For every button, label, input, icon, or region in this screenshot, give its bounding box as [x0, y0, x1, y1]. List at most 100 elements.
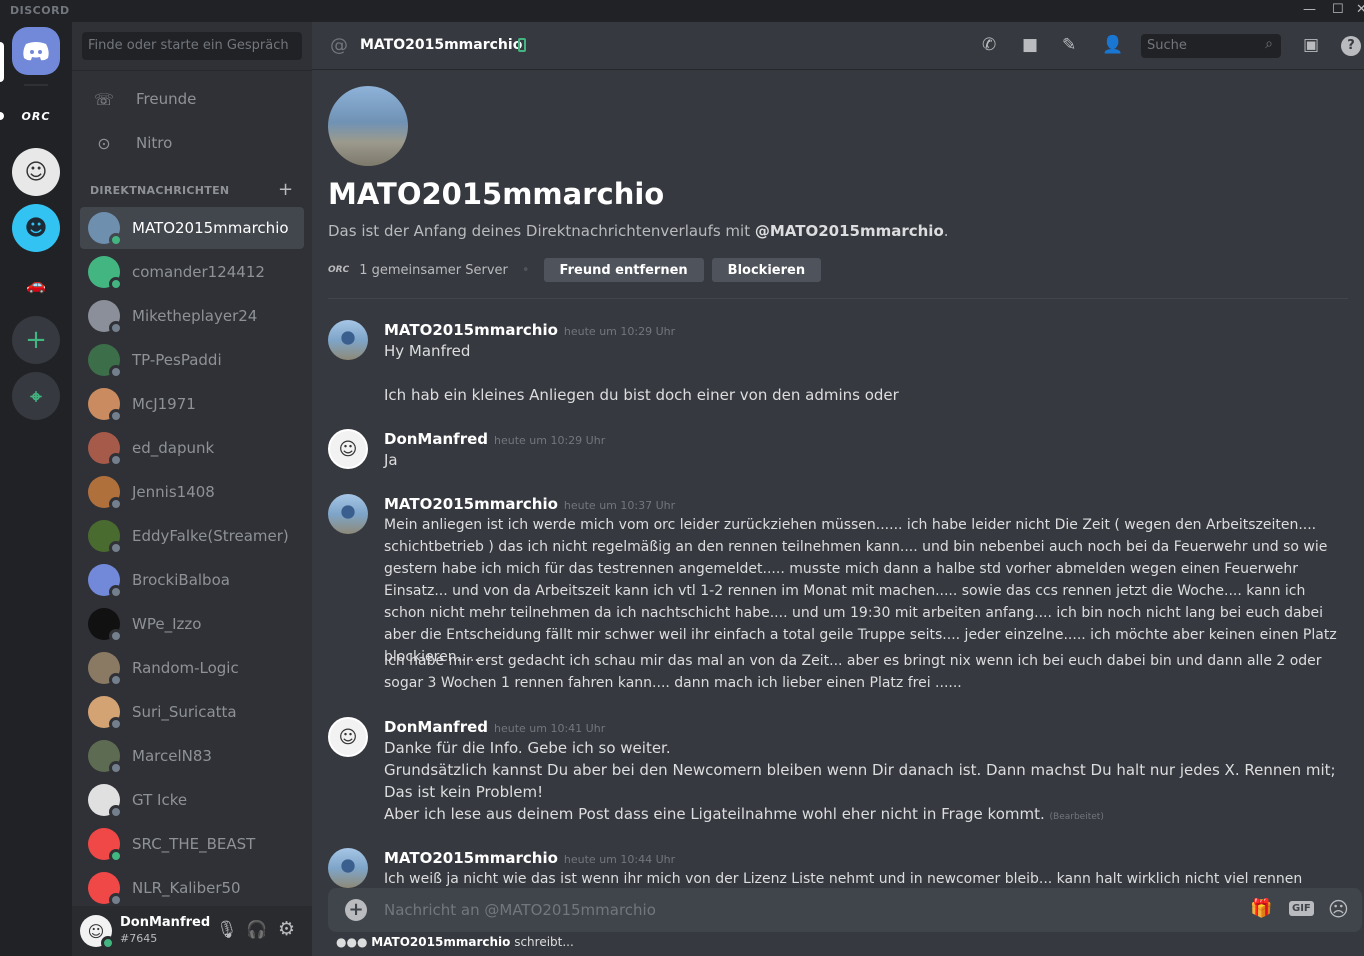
meme-face-icon: ☺ — [338, 438, 358, 460]
status-indicator — [109, 673, 123, 687]
discord-brand: DISCORD — [10, 4, 70, 17]
dm-item[interactable]: EddyFalke(Streamer) — [80, 515, 304, 557]
emoji-icon: ☹ — [1328, 897, 1349, 921]
user-avatar[interactable]: ☺ — [80, 915, 115, 950]
emoji-button[interactable]: ☹ — [1328, 897, 1349, 921]
minimize-button[interactable]: — — [1303, 2, 1316, 17]
dm-item[interactable]: ed_dapunk — [80, 427, 304, 469]
message-author[interactable]: DonManfred — [384, 718, 488, 736]
dm-avatar — [88, 740, 123, 775]
user-name: DonManfred — [120, 915, 211, 930]
deafen-button[interactable]: 🎧 — [246, 920, 267, 940]
user-tag: #7645 — [120, 932, 158, 945]
dm-item[interactable]: comander124412 — [80, 251, 304, 293]
message-composer: + Nachricht an @MATO2015mmarchio 🎁 GIF ☹ — [328, 888, 1362, 932]
guild-meme-server[interactable]: ☺ — [12, 148, 60, 196]
gif-button[interactable]: GIF — [1289, 901, 1314, 916]
nav-nitro[interactable]: ⊙ Nitro — [80, 123, 304, 163]
dm-item[interactable]: McJ1971 — [80, 383, 304, 425]
dm-item[interactable]: TP-PesPaddi — [80, 339, 304, 381]
discord-home-button[interactable] — [12, 27, 60, 75]
dm-name: EddyFalke(Streamer) — [132, 527, 289, 545]
dm-search-input[interactable]: Finde oder starte ein Gespräch — [82, 32, 302, 60]
create-dm-button[interactable]: + — [278, 179, 293, 200]
dm-item[interactable]: Random-Logic — [80, 647, 304, 689]
intro-title: MATO2015mmarchio — [328, 177, 665, 211]
dm-item[interactable]: NLR_Kaliber50 — [80, 867, 304, 909]
dm-item[interactable]: MarcelN83 — [80, 735, 304, 777]
message-author[interactable]: MATO2015mmarchio — [384, 849, 558, 867]
dm-item[interactable]: WPe_Izzo — [80, 603, 304, 645]
dm-avatar — [88, 696, 123, 731]
dm-item[interactable]: Miketheplayer24 — [80, 295, 304, 337]
chat-recipient-name[interactable]: MATO2015mmarchio — [360, 37, 522, 53]
status-indicator — [109, 277, 123, 291]
dm-item[interactable]: MATO2015mmarchio — [80, 207, 304, 249]
message-timestamp: heute um 10:37 Uhr — [563, 499, 676, 512]
gift-button[interactable]: 🎁 — [1250, 898, 1272, 919]
message-author[interactable]: MATO2015mmarchio — [384, 321, 558, 339]
attach-button[interactable]: + — [345, 899, 367, 921]
message-avatar[interactable]: ☺ — [328, 429, 368, 469]
message-avatar[interactable] — [328, 320, 368, 360]
guild-orc-server[interactable]: ORC — [12, 92, 60, 140]
add-server-button[interactable]: + — [12, 316, 60, 364]
message-search-input[interactable]: Suche ⌕ — [1141, 34, 1281, 58]
message-timestamp: heute um 10:29 Uhr — [494, 434, 606, 447]
close-button[interactable]: ✕ — [1356, 2, 1364, 17]
mutual-servers[interactable]: 1 gemeinsamer Server — [359, 263, 508, 278]
message-avatar[interactable] — [328, 494, 368, 534]
message-avatar[interactable] — [328, 848, 368, 888]
dm-item[interactable]: SRC_THE_BEAST — [80, 823, 304, 865]
dm-item[interactable]: BrockiBalboa — [80, 559, 304, 601]
video-call-button[interactable]: ■ — [1022, 35, 1038, 55]
plus-icon: + — [25, 325, 47, 355]
dm-item[interactable]: Suri_Suricatta — [80, 691, 304, 733]
meme-face-icon: ☺ — [338, 726, 358, 748]
message-header: MATO2015mmarchio heute um 10:37 Uhr — [384, 494, 675, 513]
dm-name: BrockiBalboa — [132, 571, 230, 589]
voice-call-button[interactable]: ✆ — [982, 35, 996, 55]
dm-name: ed_dapunk — [132, 439, 215, 457]
typing-indicator: ●●● MATO2015mmarchio schreibt... — [336, 935, 574, 949]
message-author[interactable]: MATO2015mmarchio — [384, 495, 558, 513]
nav-friends[interactable]: ☏ Freunde — [80, 79, 304, 119]
guild-car-server[interactable]: 🚗 — [12, 260, 60, 308]
dm-avatar — [88, 828, 123, 863]
user-settings-button[interactable]: ⚙ — [278, 918, 295, 940]
status-indicator — [109, 321, 123, 335]
recipient-avatar[interactable] — [328, 86, 408, 166]
dm-name: NLR_Kaliber50 — [132, 879, 241, 897]
add-friends-to-dm-button[interactable]: 👤 — [1102, 35, 1123, 55]
message-input[interactable]: Nachricht an @MATO2015mmarchio — [384, 901, 656, 919]
status-indicator — [109, 409, 123, 423]
message-text-line: Aber ich lese aus deinem Post dass eine … — [384, 805, 1045, 823]
pinned-messages-button[interactable]: ✎ — [1062, 35, 1076, 55]
car-icon: 🚗 — [26, 274, 46, 294]
intro-actions: ORC 1 gemeinsamer Server • Freund entfer… — [328, 258, 829, 282]
status-indicator — [109, 541, 123, 555]
message-author[interactable]: DonManfred — [384, 430, 488, 448]
message-text: Ja — [384, 451, 398, 469]
explore-servers-button[interactable]: ⌖ — [12, 372, 60, 420]
message-text: Mein anliegen ist ich werde mich vom orc… — [384, 517, 1337, 665]
phone-icon: ✆ — [982, 35, 997, 55]
status-indicator — [109, 585, 123, 599]
status-indicator — [109, 761, 123, 775]
dm-item[interactable]: Jennis1408 — [80, 471, 304, 513]
message-avatar[interactable]: ☺ — [328, 717, 368, 757]
inbox-button[interactable]: ▣ — [1303, 35, 1319, 55]
remove-friend-button[interactable]: Freund entfernen — [543, 258, 704, 282]
guild-blue-face-server[interactable]: ☻ — [12, 204, 60, 252]
mute-mic-button[interactable]: 🎙 — [216, 920, 238, 940]
dm-avatar — [88, 476, 123, 511]
dm-name: Suri_Suricatta — [132, 703, 237, 721]
dm-item[interactable]: GT Icke — [80, 779, 304, 821]
dm-name: Jennis1408 — [132, 483, 215, 501]
separator-dot: • — [521, 262, 530, 278]
help-icon: ? — [1347, 38, 1355, 53]
mobile-status-icon — [518, 38, 526, 52]
block-button[interactable]: Blockieren — [711, 258, 822, 282]
help-button[interactable]: ? — [1341, 36, 1361, 56]
maximize-button[interactable]: ☐ — [1332, 2, 1344, 17]
